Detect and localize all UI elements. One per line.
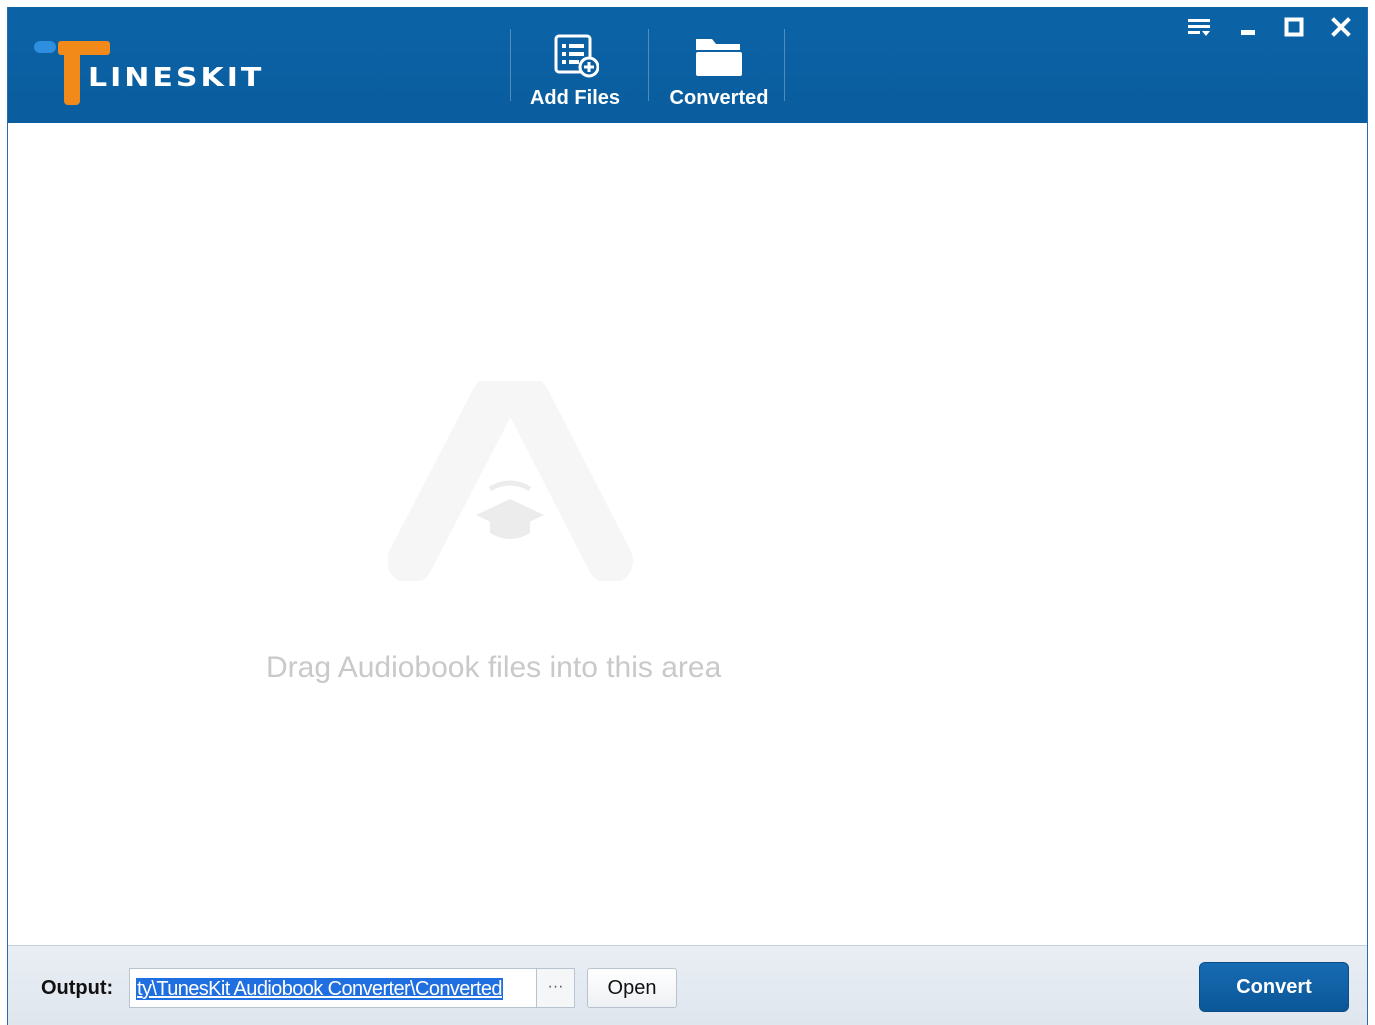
close-button[interactable]: [1323, 11, 1359, 43]
close-icon: [1331, 17, 1351, 37]
maximize-button[interactable]: [1276, 11, 1312, 43]
output-path-field[interactable]: ty\TunesKit Audiobook Converter\Converte…: [129, 968, 537, 1008]
toolbar-separator: [648, 29, 649, 101]
minimize-button[interactable]: [1229, 11, 1265, 43]
app-window: LINESKIT Add Files Converted Drag Audiob…: [7, 7, 1368, 1025]
toolbar-separator: [510, 29, 511, 101]
output-label: Output:: [41, 977, 114, 999]
minimize-icon: [1241, 30, 1255, 35]
menu-button[interactable]: [1181, 11, 1217, 43]
output-path-value[interactable]: ty\TunesKit Audiobook Converter\Converte…: [136, 978, 503, 1000]
header-bar: LINESKIT Add Files Converted: [8, 7, 1367, 123]
maximize-icon: [1284, 17, 1304, 37]
menu-icon: [1188, 19, 1210, 36]
browse-button[interactable]: ···: [537, 968, 575, 1008]
footer-bar: Output: ty\TunesKit Audiobook Converter\…: [8, 945, 1367, 1025]
add-files-label: Add Files: [529, 87, 620, 109]
drop-hint-text: Drag Audiobook files into this area: [266, 651, 722, 684]
converted-label: Converted: [669, 87, 769, 109]
toolbar-separator: [784, 29, 785, 101]
converted-button[interactable]: Converted: [664, 29, 774, 113]
open-button[interactable]: Open: [587, 968, 677, 1008]
convert-button[interactable]: Convert: [1199, 962, 1349, 1012]
audiobook-watermark-icon: [388, 381, 633, 581]
add-files-button[interactable]: Add Files: [528, 29, 622, 113]
add-files-icon: [554, 34, 599, 78]
drop-area[interactable]: Drag Audiobook files into this area: [8, 123, 1367, 945]
folder-icon: [696, 39, 742, 76]
logo-text: LINESKIT: [88, 63, 265, 93]
tuneskit-logo: LINESKIT: [32, 33, 292, 113]
